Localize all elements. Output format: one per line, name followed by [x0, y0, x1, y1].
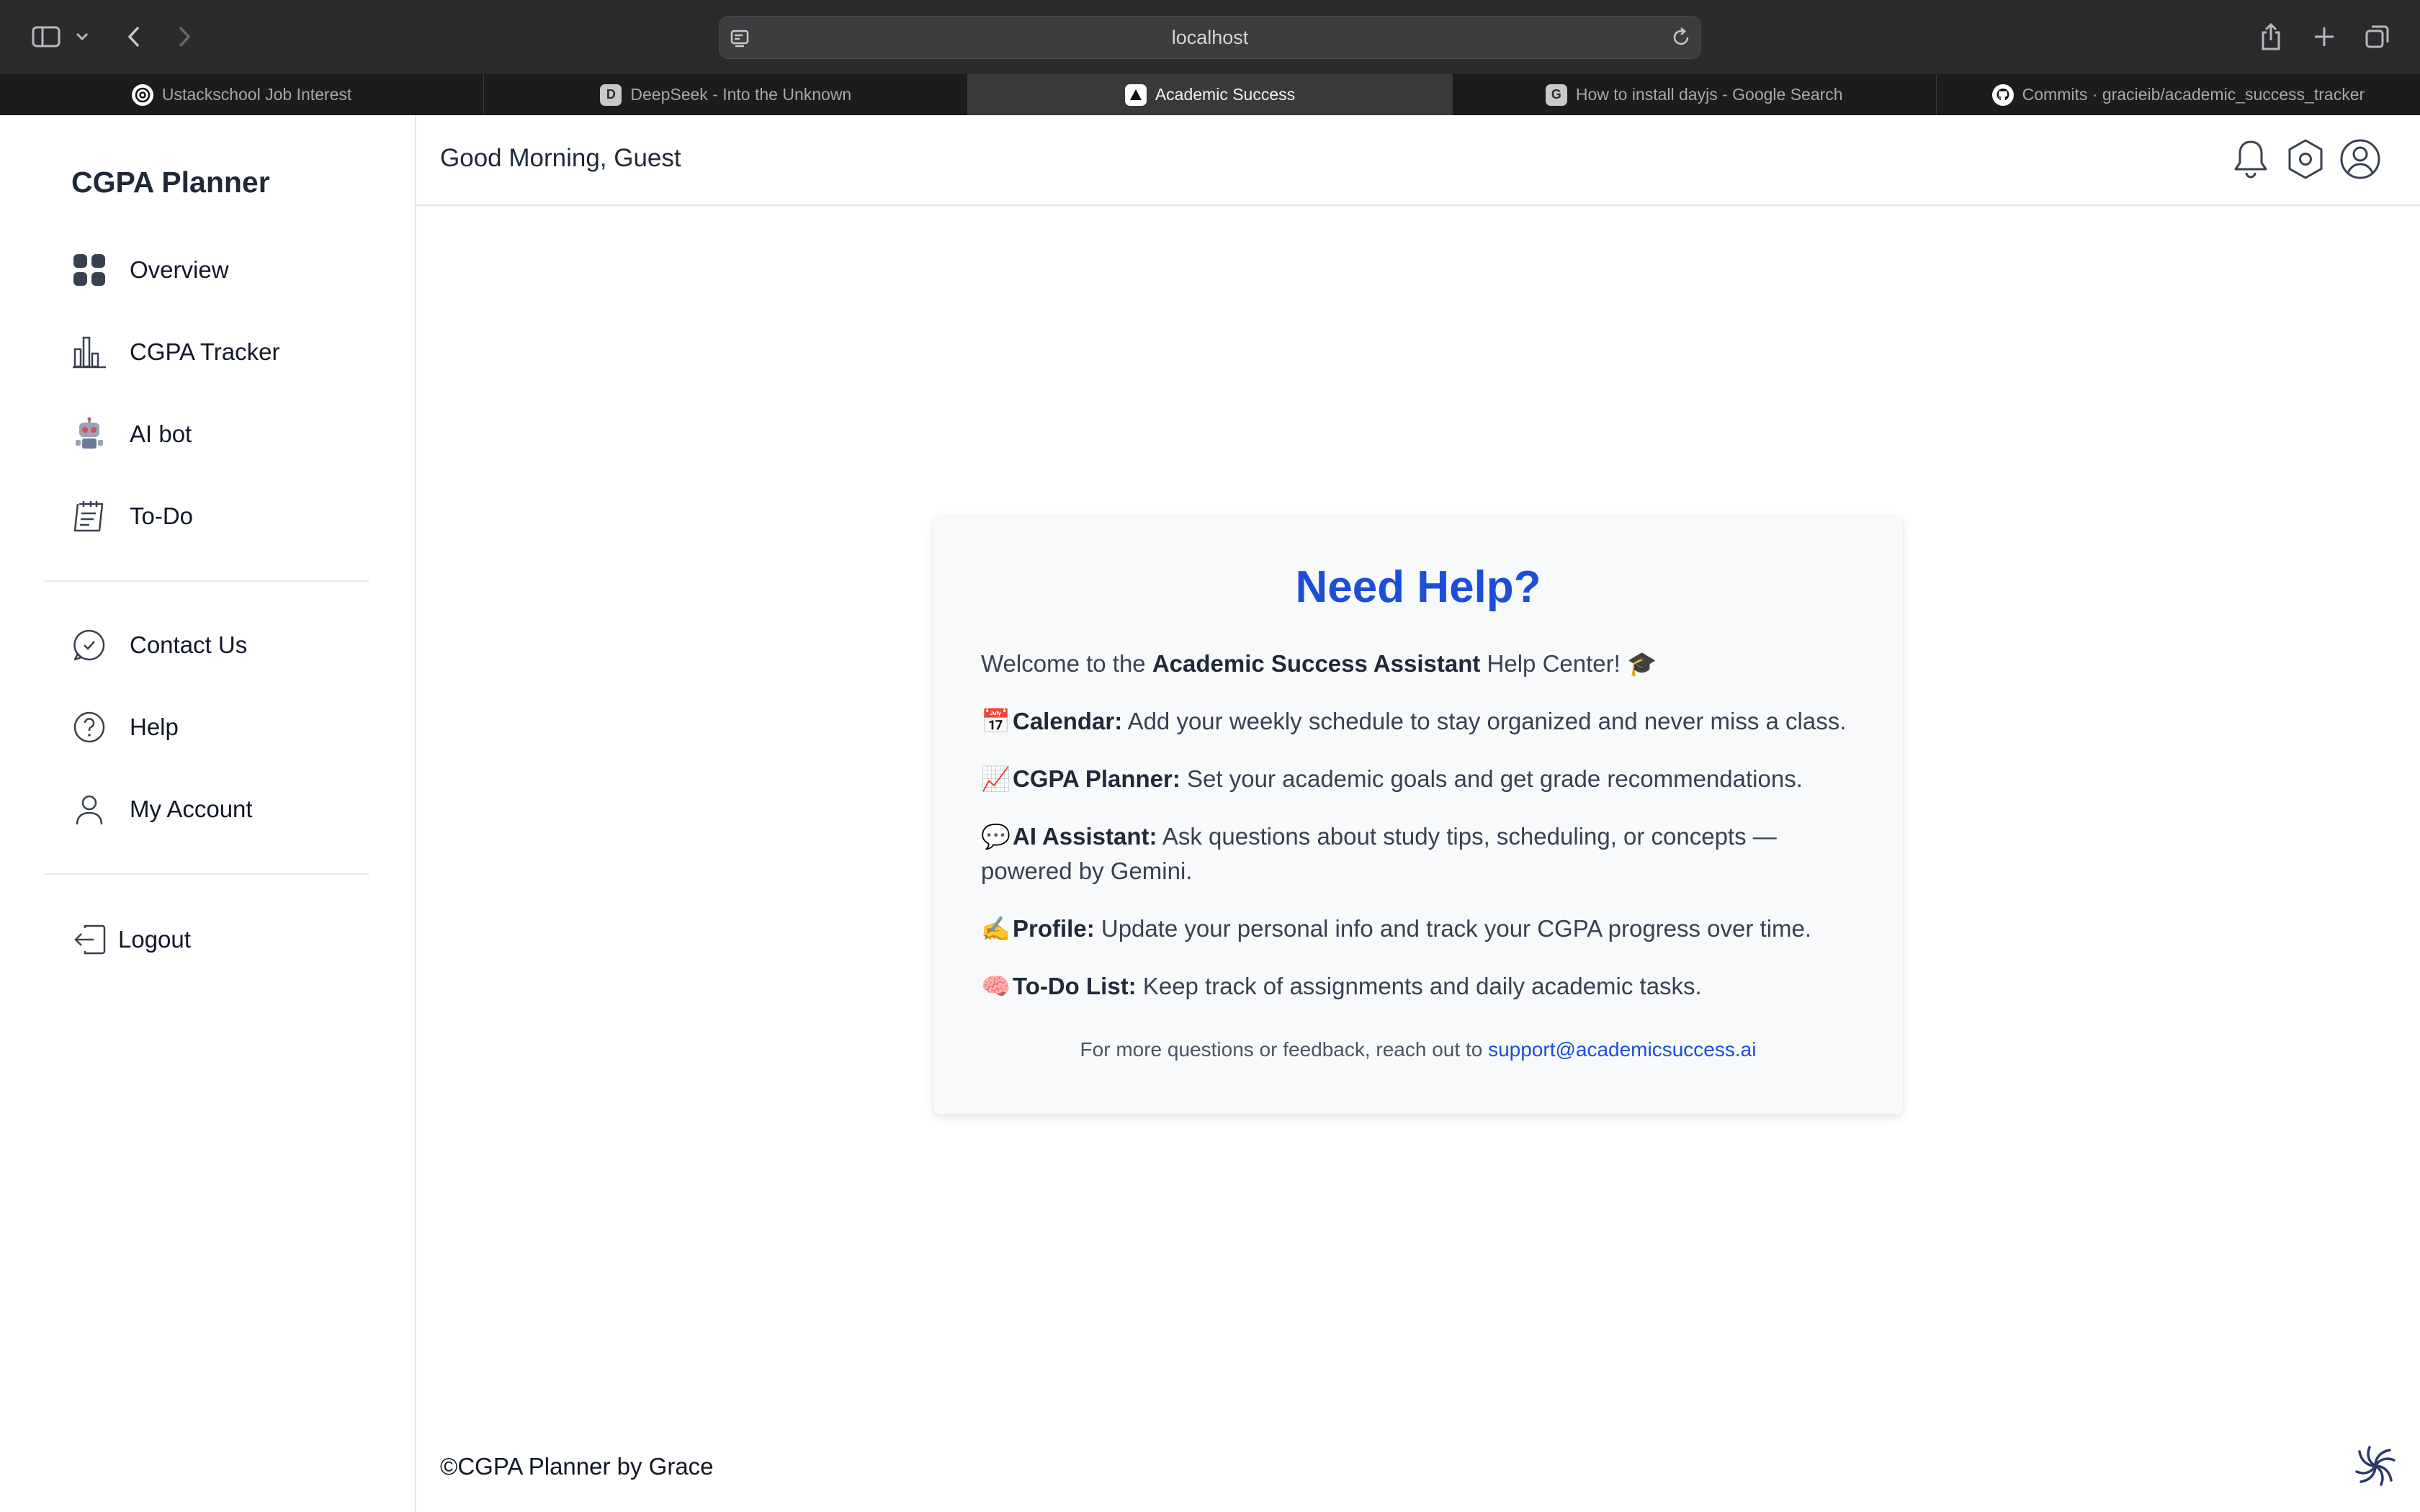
help-welcome: Welcome to the Academic Success Assistan…	[981, 647, 1867, 681]
settings-icon[interactable]	[2283, 137, 2328, 181]
bar-chart-icon	[71, 333, 108, 371]
sidebar-divider	[45, 873, 369, 875]
reload-icon[interactable]	[1670, 27, 1692, 52]
grid-icon	[71, 251, 108, 289]
address-bar[interactable]: localhost	[719, 16, 1701, 59]
user-icon	[71, 791, 108, 828]
google-favicon-icon: G	[1545, 84, 1567, 106]
tab-label: Commits · gracieib/academic_success_trac…	[2022, 85, 2365, 104]
browser-toolbar: localhost	[0, 0, 2420, 74]
sidebar-item-help[interactable]: Help	[71, 706, 179, 749]
help-item-title: Profile:	[1013, 915, 1095, 942]
tab-deepseek[interactable]: D DeepSeek - Into the Unknown	[484, 74, 969, 115]
help-item-cgpa-planner: 📈CGPA Planner: Set your academic goals a…	[981, 762, 1867, 796]
logout-button[interactable]: Logout	[71, 918, 191, 961]
sidebar-item-label: My Account	[130, 796, 253, 822]
help-item-text: Set your academic goals and get grade re…	[1180, 765, 1803, 792]
sidebar-item-label: Overview	[130, 256, 229, 283]
greeting-text: Good Morning, Guest	[440, 144, 681, 172]
chevron-down-icon[interactable]	[72, 20, 92, 53]
sidebar: CGPA Planner Overview CGPA Tracker AI bo…	[0, 115, 416, 1512]
brand-title: CGPA Planner	[71, 166, 270, 199]
support-email-link[interactable]: support@academicsuccess.ai	[1488, 1038, 1756, 1061]
deepseek-favicon-icon: D	[600, 84, 622, 106]
app-icon	[1124, 84, 1147, 106]
footer-copyright: ©CGPA Planner by Grace	[440, 1453, 714, 1480]
tab-strip: Ustackschool Job Interest D DeepSeek - I…	[0, 74, 2420, 115]
help-item-text: Keep track of assignments and daily acad…	[1136, 973, 1702, 999]
help-item-profile: ✍️Profile: Update your personal info and…	[981, 912, 1867, 946]
top-header: Good Morning, Guest	[416, 115, 2420, 206]
help-item-calendar: 📅Calendar: Add your weekly schedule to s…	[981, 704, 1867, 739]
profile-icon[interactable]	[2338, 137, 2383, 181]
help-footer-text: For more questions or feedback, reach ou…	[1080, 1038, 1489, 1061]
writing-hand-icon: ✍️	[981, 914, 1011, 942]
tab-overview-icon[interactable]	[2361, 20, 2394, 53]
logout-icon	[71, 921, 108, 958]
swirl-logo-icon[interactable]	[2352, 1443, 2398, 1489]
help-footer: For more questions or feedback, reach ou…	[933, 1038, 1903, 1061]
welcome-app-name: Academic Success Assistant	[1152, 650, 1481, 677]
sidebar-item-ai-bot[interactable]: AI bot	[71, 413, 192, 456]
sidebar-item-label: Help	[130, 714, 179, 740]
help-title: Need Help?	[1295, 562, 1541, 612]
sidebar-item-label: Contact Us	[130, 631, 248, 658]
share-icon[interactable]	[2254, 20, 2287, 53]
tab-academic-success[interactable]: Academic Success	[968, 74, 1453, 115]
tab-github-commits[interactable]: Commits · gracieib/academic_success_trac…	[1937, 74, 2420, 115]
help-item-text: Add your weekly schedule to stay organiz…	[1122, 708, 1847, 734]
sidebar-divider	[45, 580, 369, 582]
sidebar-item-my-account[interactable]: My Account	[71, 788, 253, 831]
welcome-post: Help Center! 🎓	[1480, 650, 1657, 677]
help-item-title: Calendar:	[1013, 708, 1123, 734]
brain-icon: 🧠	[981, 972, 1011, 1000]
tab-ustackschool[interactable]: Ustackschool Job Interest	[0, 74, 485, 115]
sidebar-item-cgpa-tracker[interactable]: CGPA Tracker	[71, 330, 279, 374]
welcome-pre: Welcome to the	[981, 650, 1152, 677]
tab-label: How to install dayjs - Google Search	[1575, 85, 1843, 104]
question-icon	[71, 708, 108, 746]
logout-label: Logout	[118, 926, 191, 953]
chat-check-icon	[71, 626, 108, 664]
sidebar-item-todo[interactable]: To-Do	[71, 495, 193, 538]
sidebar-item-label: To-Do	[130, 503, 194, 529]
forward-icon[interactable]	[170, 20, 199, 53]
help-item-text: Update your personal info and track your…	[1094, 915, 1812, 942]
bell-icon[interactable]	[2228, 137, 2273, 181]
speech-bubble-icon: 💬	[981, 822, 1011, 850]
openai-icon	[131, 84, 153, 106]
sidebar-toggle-icon[interactable]	[29, 20, 63, 53]
tab-google-search[interactable]: G How to install dayjs - Google Search	[1453, 74, 1937, 115]
github-icon	[1991, 84, 2014, 106]
help-card: Need Help? Welcome to the Academic Succe…	[933, 516, 1903, 1115]
sidebar-item-contact-us[interactable]: Contact Us	[71, 624, 247, 667]
help-item-ai-assistant: 💬AI Assistant: Ask questions about study…	[981, 819, 1867, 888]
robot-icon	[71, 415, 108, 453]
sidebar-item-label: AI bot	[130, 420, 192, 447]
help-item-todo-list: 🧠To-Do List: Keep track of assignments a…	[981, 969, 1867, 1004]
tab-label: DeepSeek - Into the Unknown	[630, 85, 852, 104]
tab-label: Academic Success	[1155, 85, 1296, 104]
new-tab-icon[interactable]	[2308, 20, 2341, 53]
url-text: localhost	[1171, 27, 1249, 48]
todo-icon	[71, 498, 108, 535]
help-item-title: To-Do List:	[1013, 973, 1137, 999]
back-icon[interactable]	[120, 20, 148, 53]
tab-label: Ustackschool Job Interest	[161, 85, 352, 104]
help-item-title: AI Assistant:	[1013, 823, 1157, 850]
sidebar-item-label: CGPA Tracker	[130, 338, 280, 365]
calendar-icon: 📅	[981, 707, 1011, 735]
chart-up-icon: 📈	[981, 765, 1011, 793]
help-item-title: CGPA Planner:	[1013, 765, 1180, 792]
sidebar-item-overview[interactable]: Overview	[71, 248, 229, 292]
